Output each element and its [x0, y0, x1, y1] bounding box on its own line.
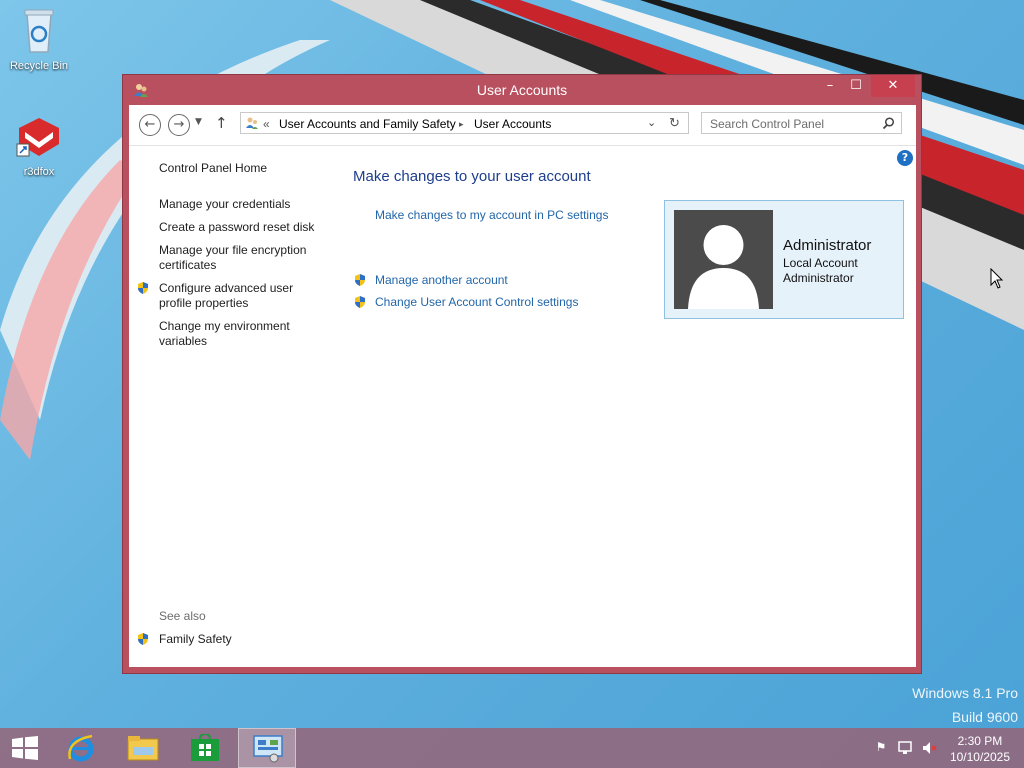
manage-credentials-link[interactable]: Manage your credentials [159, 197, 319, 212]
network-icon[interactable] [897, 740, 913, 756]
address-dropdown-icon[interactable]: ⌄ [647, 116, 656, 129]
speaker-muted-icon [923, 742, 937, 754]
control-panel-icon [253, 735, 283, 763]
chevron-down-icon: ▼ [195, 117, 202, 127]
control-panel-home-link[interactable]: Control Panel Home [159, 161, 319, 176]
arrow-up-icon: ↑ [215, 114, 228, 132]
see-also-label: See also [159, 609, 206, 623]
store-icon [191, 734, 219, 761]
desktop-icon-r3dfox[interactable]: r3dfox [1, 114, 77, 178]
title-bar[interactable]: User Accounts – ☐ ✕ [123, 75, 921, 105]
breadcrumb-chevron[interactable]: « [263, 117, 270, 131]
taskbar-internet-explorer[interactable] [52, 728, 110, 768]
avatar [674, 210, 773, 309]
arrow-right-icon: → [173, 117, 185, 132]
user-accounts-window: User Accounts – ☐ ✕ ← → ▼ ↑ « User Accou… [122, 74, 922, 674]
uac-shield-icon [355, 296, 365, 308]
clock-date: 10/10/2025 [949, 750, 1010, 764]
clock-time: 2:30 PM [957, 734, 1003, 748]
taskbar: ⚑ 2:30 PM 10/10/2025 [0, 728, 1024, 768]
desktop-icon-recycle-bin[interactable]: Recycle Bin [1, 6, 77, 72]
search-icon[interactable] [882, 117, 895, 130]
manage-another-account-link[interactable]: Manage another account [375, 273, 508, 287]
internet-explorer-icon [68, 734, 94, 762]
family-safety-link[interactable]: Family Safety [159, 632, 319, 647]
network-monitor-icon [898, 741, 912, 754]
arrow-left-icon: ← [144, 117, 156, 132]
mouse-cursor-icon [990, 268, 1004, 289]
windows-edition-watermark: Windows 8.1 Pro [912, 685, 1018, 701]
change-environment-variables-link[interactable]: Change my environment variables [159, 319, 319, 349]
uac-shield-icon [355, 274, 365, 286]
navigation-bar: ← → ▼ ↑ « User Accounts and Family Safet… [129, 105, 916, 145]
create-password-reset-disk-link[interactable]: Create a password reset disk [159, 220, 319, 235]
content-area: ? Control Panel Home Manage your credent… [129, 145, 916, 667]
forward-button[interactable]: → [168, 114, 190, 136]
taskbar-store[interactable] [176, 728, 234, 768]
windows-build-watermark: Build 9600 [951, 709, 1018, 725]
help-icon[interactable]: ? [897, 150, 913, 166]
uac-shield-icon [138, 633, 148, 645]
change-uac-settings-link[interactable]: Change User Account Control settings [375, 295, 578, 309]
user-silhouette-icon [688, 225, 759, 309]
breadcrumb-user-accounts[interactable]: User Accounts [474, 117, 551, 131]
start-icon [12, 736, 38, 760]
start-button[interactable] [0, 728, 58, 768]
system-clock[interactable]: 2:30 PM 10/10/2025 [950, 733, 1010, 765]
r3dfox-icon [16, 118, 59, 157]
desktop-icon-label: Recycle Bin [9, 60, 69, 72]
refresh-icon[interactable]: ↻ [669, 115, 680, 131]
taskbar-control-panel[interactable] [238, 728, 296, 768]
back-button[interactable]: ← [139, 114, 161, 136]
page-heading: Make changes to your user account [353, 168, 591, 185]
account-name: Administrator [783, 237, 872, 254]
action-center-flag-icon[interactable]: ⚑ [873, 740, 889, 756]
search-box[interactable]: Search Control Panel [701, 112, 902, 134]
up-button[interactable]: ↑ [215, 114, 228, 132]
account-type: Local Account [783, 256, 858, 270]
window-title: User Accounts [476, 82, 568, 98]
account-card: Administrator Local Account Administrato… [664, 200, 904, 319]
configure-advanced-profile-link[interactable]: Configure advanced user profile properti… [159, 281, 319, 311]
volume-muted-icon[interactable] [921, 740, 937, 756]
pc-settings-link[interactable]: Make changes to my account in PC setting… [375, 208, 608, 222]
recycle-bin-icon [24, 9, 54, 53]
account-role: Administrator [783, 271, 854, 285]
file-explorer-icon [127, 736, 159, 761]
search-input[interactable]: Search Control Panel [710, 117, 824, 131]
maximize-button[interactable]: ☐ [843, 75, 869, 97]
minimize-button[interactable]: – [817, 75, 843, 97]
close-button[interactable]: ✕ [871, 75, 915, 97]
control-panel-icon [246, 117, 258, 129]
desktop-icon-label: r3dfox [23, 166, 55, 178]
uac-shield-icon [138, 282, 148, 294]
manage-file-encryption-link[interactable]: Manage your file encryption certificates [159, 243, 319, 273]
address-bar[interactable]: « User Accounts and Family Safety ▸ User… [240, 112, 689, 134]
recent-locations-dropdown[interactable]: ▼ [195, 117, 202, 127]
breadcrumb-separator[interactable]: ▸ [459, 119, 464, 130]
taskbar-file-explorer[interactable] [114, 728, 172, 768]
breadcrumb-user-accounts-family-safety[interactable]: User Accounts and Family Safety [279, 117, 456, 131]
